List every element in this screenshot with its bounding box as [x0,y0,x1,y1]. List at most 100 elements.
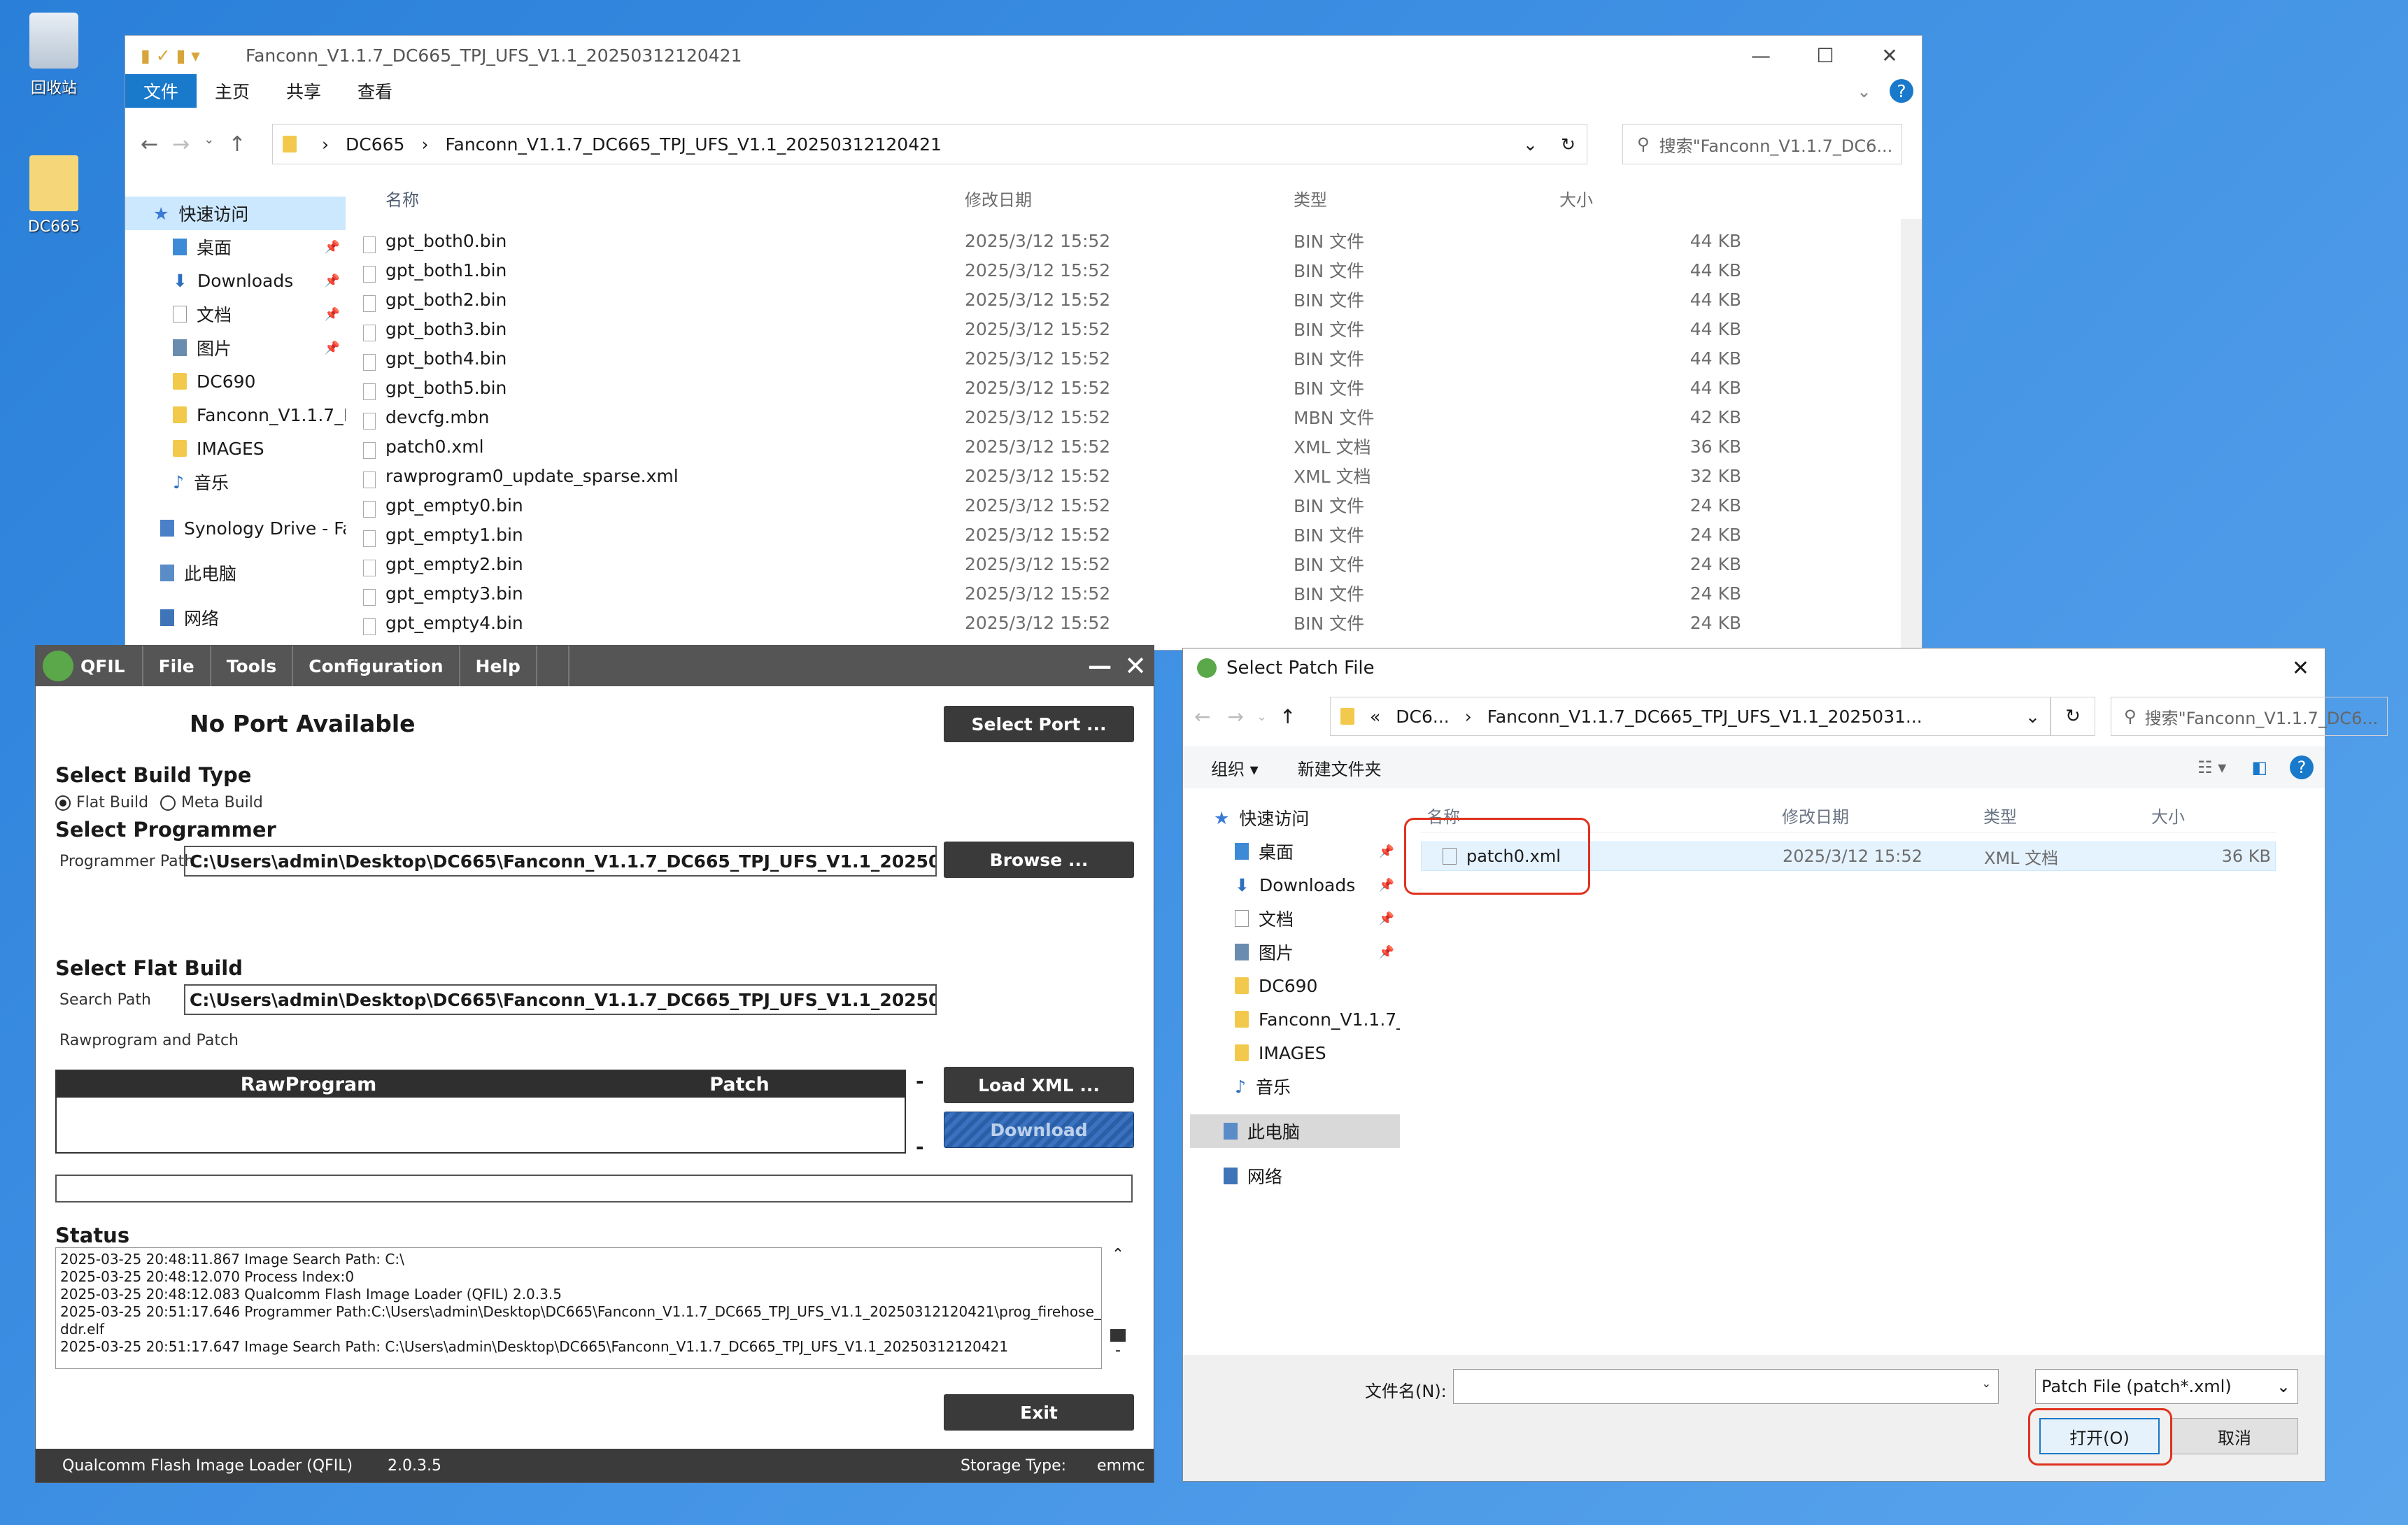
filename-input[interactable]: ⌄ [1453,1369,1999,1404]
nav-quick-access[interactable]: ★ 快速访问 [1190,801,1400,835]
table-row[interactable]: gpt_both5.bin 2025/3/12 15:52 BIN 文件 44 KB [363,373,1901,402]
nav-fanconn[interactable]: Fanconn_V1.1.7_D [125,398,346,432]
remove-row-icon[interactable]: - [916,1135,924,1158]
nav-dc690[interactable]: DC690 [1190,969,1400,1002]
up-icon[interactable]: ↑ [1280,705,1296,728]
programmer-path-field[interactable]: C:\Users\admin\Desktop\DC665\Fanconn_V1.… [184,846,937,877]
dialog-search-input[interactable]: ⚲ 搜索"Fanconn_V1.1.7_DC6... [2111,697,2388,736]
minimize-icon[interactable]: — [1088,652,1112,680]
storage-type-select[interactable]: emmc [1097,1457,1145,1475]
meta-build-radio[interactable]: Meta Build [160,794,263,811]
col-date[interactable]: 修改日期 [1782,803,1983,828]
scroll-down-icon[interactable]: - [1107,1342,1128,1359]
download-button[interactable]: Download [944,1112,1134,1148]
col-date[interactable]: 修改日期 [965,186,1294,211]
tab-home[interactable]: 主页 [197,74,268,108]
exit-button[interactable]: Exit [944,1394,1134,1431]
menu-file[interactable]: File [141,646,210,686]
browse-button[interactable]: Browse ... [944,842,1134,878]
flat-build-radio[interactable]: Flat Build [55,794,148,811]
add-row-icon[interactable]: - [916,1070,924,1093]
table-row[interactable]: gpt_both0.bin 2025/3/12 15:52 BIN 文件 44 KB [363,226,1901,255]
table-row[interactable]: gpt_both3.bin 2025/3/12 15:52 BIN 文件 44 KB [363,314,1901,343]
table-row[interactable]: gpt_empty3.bin 2025/3/12 15:52 BIN 文件 24 KB [363,579,1901,608]
breadcrumb-fanconn[interactable]: Fanconn_V1.1.7_DC665_TPJ_UFS_V1.1_202503… [445,134,942,155]
quick-access-toolbar-icon[interactable]: ▮ ✓ ▮ ▾ [141,45,204,66]
help-icon[interactable]: ? [2290,756,2314,779]
maximize-icon[interactable]: ☐ [1793,36,1857,75]
nav-fanconn[interactable]: Fanconn_V1.1.7_D [1190,1002,1400,1036]
table-row[interactable]: gpt_both4.bin 2025/3/12 15:52 BIN 文件 44 KB [363,343,1901,373]
nav-network[interactable]: 网络 [125,601,346,634]
scroll-thumb[interactable] [1110,1329,1126,1342]
recent-icon[interactable]: ⌄ [1256,709,1267,724]
back-icon[interactable]: ← [141,132,158,157]
nav-images[interactable]: IMAGES [1190,1036,1400,1070]
nav-music[interactable]: ♪ 音乐 [1190,1070,1400,1103]
table-row[interactable]: gpt_empty4.bin 2025/3/12 15:52 BIN 文件 24 KB [363,608,1901,637]
refresh-icon[interactable]: ↻ [1561,134,1575,155]
menu-tools[interactable]: Tools [209,646,292,686]
recycle-bin-icon[interactable]: 回收站 [15,13,92,98]
col-size[interactable]: 大小 [2151,803,2185,828]
col-type[interactable]: 类型 [1983,803,2151,828]
forward-icon[interactable]: → [172,132,190,157]
nav-documents[interactable]: 文档 📌 [125,297,346,331]
status-scrollbar[interactable]: ⌃ - [1107,1246,1128,1369]
menu-configuration[interactable]: Configuration [292,646,458,686]
minimize-icon[interactable]: — [1729,36,1793,75]
nav-synology[interactable]: Synology Drive - Fa [125,511,346,545]
search-path-field[interactable]: C:\Users\admin\Desktop\DC665\Fanconn_V1.… [184,984,937,1015]
nav-desktop[interactable]: 桌面 📌 [125,230,346,264]
table-row[interactable]: gpt_both2.bin 2025/3/12 15:52 BIN 文件 44 KB [363,285,1901,314]
tab-share[interactable]: 共享 [268,74,339,108]
back-icon[interactable]: ← [1194,705,1210,728]
nav-network[interactable]: 网络 [1190,1159,1400,1193]
tab-file[interactable]: 文件 [125,74,197,108]
help-icon[interactable]: ? [1890,79,1913,103]
tab-view[interactable]: 查看 [339,74,411,108]
nav-this-pc[interactable]: 此电脑 [125,556,346,590]
nav-dc690[interactable]: DC690 [125,364,346,398]
cancel-button[interactable]: 取消 [2171,1418,2298,1454]
breadcrumb-overflow[interactable]: « [1370,707,1380,727]
select-port-button[interactable]: Select Port ... [944,706,1134,742]
dropdown-icon[interactable]: ⌄ [2025,707,2040,727]
breadcrumb-dc665[interactable]: DC665 [346,134,404,155]
scrollbar[interactable] [1901,219,1922,650]
table-row[interactable]: gpt_both1.bin 2025/3/12 15:52 BIN 文件 44 KB [363,255,1901,285]
close-icon[interactable]: ✕ [1857,36,1922,75]
expand-ribbon-icon[interactable]: ⌄ [1839,77,1890,106]
col-type[interactable]: 类型 [1294,186,1559,211]
close-icon[interactable]: ✕ [2292,656,2309,681]
nav-music[interactable]: ♪ 音乐 [125,465,346,499]
nav-quick-access[interactable]: ★ 快速访问 [125,197,346,230]
file-type-filter[interactable]: Patch File (patch*.xml) ⌄ [2035,1369,2298,1404]
nav-downloads[interactable]: ⬇ Downloads 📌 [1190,868,1400,902]
nav-downloads[interactable]: ⬇ Downloads 📌 [125,264,346,297]
nav-desktop[interactable]: 桌面 📌 [1190,835,1400,868]
view-options-icon[interactable]: ☷ ▾ [2197,758,2226,777]
nav-documents[interactable]: 文档 📌 [1190,902,1400,935]
nav-pictures[interactable]: 图片 📌 [1190,935,1400,969]
nav-this-pc[interactable]: 此电脑 [1190,1114,1400,1148]
up-icon[interactable]: ↑ [228,132,246,157]
breadcrumb-dc6[interactable]: DC6... [1396,707,1449,727]
dc665-folder-icon[interactable]: DC665 [15,155,92,236]
refresh-button[interactable]: ↻ [2051,697,2095,736]
breadcrumb-fanconn[interactable]: Fanconn_V1.1.7_DC665_TPJ_UFS_V1.1_202503… [1487,707,1922,727]
close-icon[interactable]: ✕ [1124,651,1147,681]
table-row[interactable]: devcfg.mbn 2025/3/12 15:52 MBN 文件 42 KB [363,402,1901,432]
table-row[interactable]: gpt_empty2.bin 2025/3/12 15:52 BIN 文件 24 KB [363,549,1901,579]
address-bar[interactable]: › DC665 › Fanconn_V1.1.7_DC665_TPJ_UFS_V… [272,124,1587,164]
new-folder-button[interactable]: 新建文件夹 [1298,756,1382,780]
scroll-up-icon[interactable]: ⌃ [1107,1246,1128,1263]
organize-button[interactable]: 组织 ▾ [1211,756,1259,780]
table-row[interactable]: gpt_empty0.bin 2025/3/12 15:52 BIN 文件 24 KB [363,490,1901,520]
dialog-address-bar[interactable]: « DC6... › Fanconn_V1.1.7_DC665_TPJ_UFS_… [1330,697,2051,736]
nav-pictures[interactable]: 图片 📌 [125,331,346,364]
table-row[interactable]: rawprogram0_update_sparse.xml 2025/3/12 1… [363,461,1901,490]
col-name[interactable]: 名称 [363,186,965,211]
preview-pane-icon[interactable]: ◧ [2251,758,2267,777]
col-size[interactable]: 大小 [1559,186,1741,211]
